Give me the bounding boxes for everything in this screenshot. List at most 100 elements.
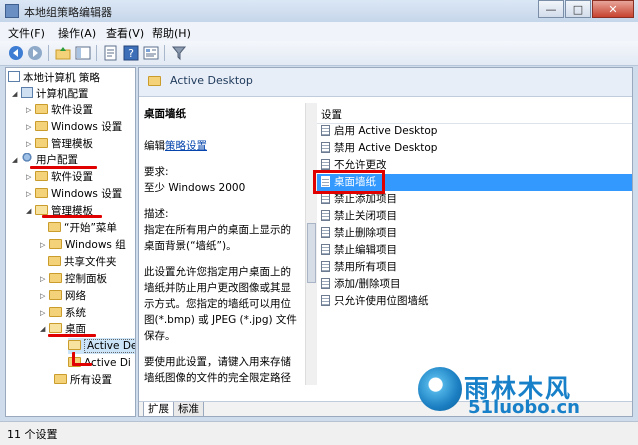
menu-file[interactable]: 文件(F): [8, 25, 45, 41]
toolbar-separator: [164, 45, 165, 61]
collapse-arrow-icon[interactable]: ▷: [40, 288, 49, 304]
collapse-arrow-icon[interactable]: ▷: [40, 305, 49, 321]
setting-disable-active-desktop[interactable]: 禁用 Active Desktop: [317, 140, 632, 157]
setting-disable-all-items[interactable]: 禁用所有项目: [317, 259, 632, 276]
tree-item-windows-settings[interactable]: ▷ Windows 设置: [26, 119, 122, 135]
collapse-arrow-icon[interactable]: ▷: [26, 186, 35, 202]
menu-view[interactable]: 查看(V): [106, 25, 144, 41]
edit-policy-link[interactable]: 策略设置: [165, 140, 207, 152]
document-icon: [8, 71, 20, 82]
setting-prohibit-deleting-items[interactable]: 禁止删除项目: [317, 225, 632, 242]
show-hide-tree-icon[interactable]: [75, 45, 91, 61]
tree-item-label: Windows 设置: [51, 188, 123, 200]
tree-item-user-windows-settings[interactable]: ▷ Windows 设置: [26, 186, 122, 202]
tree-item-system[interactable]: ▷ 系统: [40, 305, 86, 321]
requirements-label: 要求:: [144, 166, 169, 178]
tree-item-control-panel[interactable]: ▷ 控制面板: [40, 271, 107, 287]
collapse-arrow-icon[interactable]: ▷: [26, 169, 35, 185]
up-folder-icon[interactable]: [55, 45, 71, 61]
folder-icon: [48, 222, 61, 232]
folder-open-icon: [49, 323, 62, 333]
tree-item-shared-folders[interactable]: 共享文件夹: [48, 254, 117, 270]
tree-item-label: 系统: [65, 307, 86, 319]
tree-item-label: 软件设置: [51, 104, 93, 116]
watermark-logo-icon: [418, 367, 462, 411]
setting-label: 禁止编辑项目: [334, 244, 397, 256]
tree-item-label: Windows 设置: [51, 121, 123, 133]
collapse-arrow-icon[interactable]: ▷: [40, 237, 49, 253]
setting-prohibit-editing-items[interactable]: 禁止编辑项目: [317, 242, 632, 259]
folder-icon: [148, 76, 161, 86]
description-text: 指定在所有用户的桌面上显示的桌面背景(“墙纸”)。: [144, 224, 291, 252]
setting-label: 禁止关闭项目: [334, 210, 397, 222]
tree-item-user-software-settings[interactable]: ▷ 软件设置: [26, 169, 93, 185]
details-header-title: Active Desktop: [170, 74, 253, 87]
collapse-arrow-icon[interactable]: ▷: [26, 119, 35, 135]
expand-arrow-icon[interactable]: ◢: [12, 86, 21, 102]
tree-item-start-menu[interactable]: “开始”菜单: [48, 220, 117, 236]
tree-item-network[interactable]: ▷ 网络: [40, 288, 86, 304]
watermark-bottom-text: 51luobo.cn: [468, 397, 580, 418]
menu-help[interactable]: 帮助(H): [152, 25, 191, 41]
help-icon[interactable]: ?: [123, 45, 139, 61]
setting-bitmap-wallpaper-only[interactable]: 只允许使用位图墙纸: [317, 293, 632, 310]
setting-enable-active-desktop[interactable]: 启用 Active Desktop: [317, 123, 632, 140]
menu-bar: 文件(F) 操作(A) 查看(V) 帮助(H): [0, 22, 638, 42]
policy-icon: [321, 193, 330, 204]
collapse-arrow-icon[interactable]: ▷: [26, 102, 35, 118]
properties-icon[interactable]: [143, 45, 159, 61]
annotation-underline: [30, 166, 97, 169]
tree-item-windows-components[interactable]: ▷ Windows 组: [40, 237, 126, 253]
expand-arrow-icon[interactable]: ◢: [12, 152, 21, 168]
setting-add-delete-items[interactable]: 添加/删除项目: [317, 276, 632, 293]
tree-item-label: 所有设置: [70, 374, 112, 386]
tree-item-computer-config[interactable]: ◢ 计算机配置: [12, 86, 89, 102]
setting-prohibit-closing-items[interactable]: 禁止关闭项目: [317, 208, 632, 225]
setting-label: 启用 Active Desktop: [334, 125, 438, 137]
collapse-arrow-icon[interactable]: ▷: [40, 271, 49, 287]
folder-icon: [49, 239, 62, 249]
policy-title: 桌面墙纸: [144, 108, 186, 120]
back-arrow-icon[interactable]: [8, 45, 24, 61]
forward-arrow-icon[interactable]: [27, 45, 43, 61]
folder-icon: [35, 188, 48, 198]
policy-icon: [321, 261, 330, 272]
tree-item-label: 共享文件夹: [64, 256, 117, 268]
menu-action[interactable]: 操作(A): [58, 25, 96, 41]
tree-item-all-settings[interactable]: 所有设置: [54, 372, 112, 388]
minimize-button[interactable]: —: [538, 0, 564, 18]
tree-item-admin-templates[interactable]: ▷ 管理模板: [26, 136, 93, 152]
policy-icon: [321, 244, 330, 255]
expand-arrow-icon[interactable]: ◢: [26, 203, 35, 219]
collapse-arrow-icon[interactable]: ▷: [26, 136, 35, 152]
folder-icon: [49, 307, 62, 317]
annotation-bracket: [72, 352, 92, 366]
status-bar: 11 个设置: [0, 421, 638, 445]
export-list-icon[interactable]: [103, 45, 119, 61]
tree-pane: 本地计算机 策略 ◢ 计算机配置 ▷ 软件设置 ▷ Windows 设置 ▷ 管理模板 …: [5, 67, 136, 417]
scrollbar-thumb[interactable]: [307, 223, 316, 283]
folder-icon: [48, 256, 61, 266]
description-text-3: 要使用此设置，请键入用来存储墙纸图像的文件的完全限定路径和名: [144, 356, 291, 384]
tree-item-label: 本地计算机 策略: [23, 72, 100, 84]
tab-extended[interactable]: 扩展: [143, 402, 174, 416]
settings-column-header[interactable]: 设置: [317, 103, 632, 124]
setting-label: 禁用所有项目: [334, 261, 397, 273]
policy-icon: [321, 295, 330, 306]
tree-item-local-policy[interactable]: 本地计算机 策略: [8, 70, 100, 86]
maximize-button[interactable]: □: [565, 0, 591, 18]
folder-icon: [35, 171, 48, 181]
title-bar: 本地组策略编辑器 — □ ✕: [0, 0, 638, 22]
filter-icon[interactable]: [171, 45, 187, 61]
setting-label: 只允许使用位图墙纸: [334, 295, 429, 307]
tree-item-software-settings[interactable]: ▷ 软件设置: [26, 102, 93, 118]
toolbar-separator: [96, 45, 97, 61]
close-button[interactable]: ✕: [592, 0, 634, 18]
description-scrollbar[interactable]: [305, 103, 317, 385]
svg-text:?: ?: [128, 47, 134, 60]
policy-icon: [321, 227, 330, 238]
watermark: 雨林木风 51luobo.cn: [418, 367, 633, 419]
tab-standard[interactable]: 标准: [173, 402, 204, 416]
toolbar-separator: [48, 45, 49, 61]
setting-label: 禁止添加项目: [334, 193, 397, 205]
